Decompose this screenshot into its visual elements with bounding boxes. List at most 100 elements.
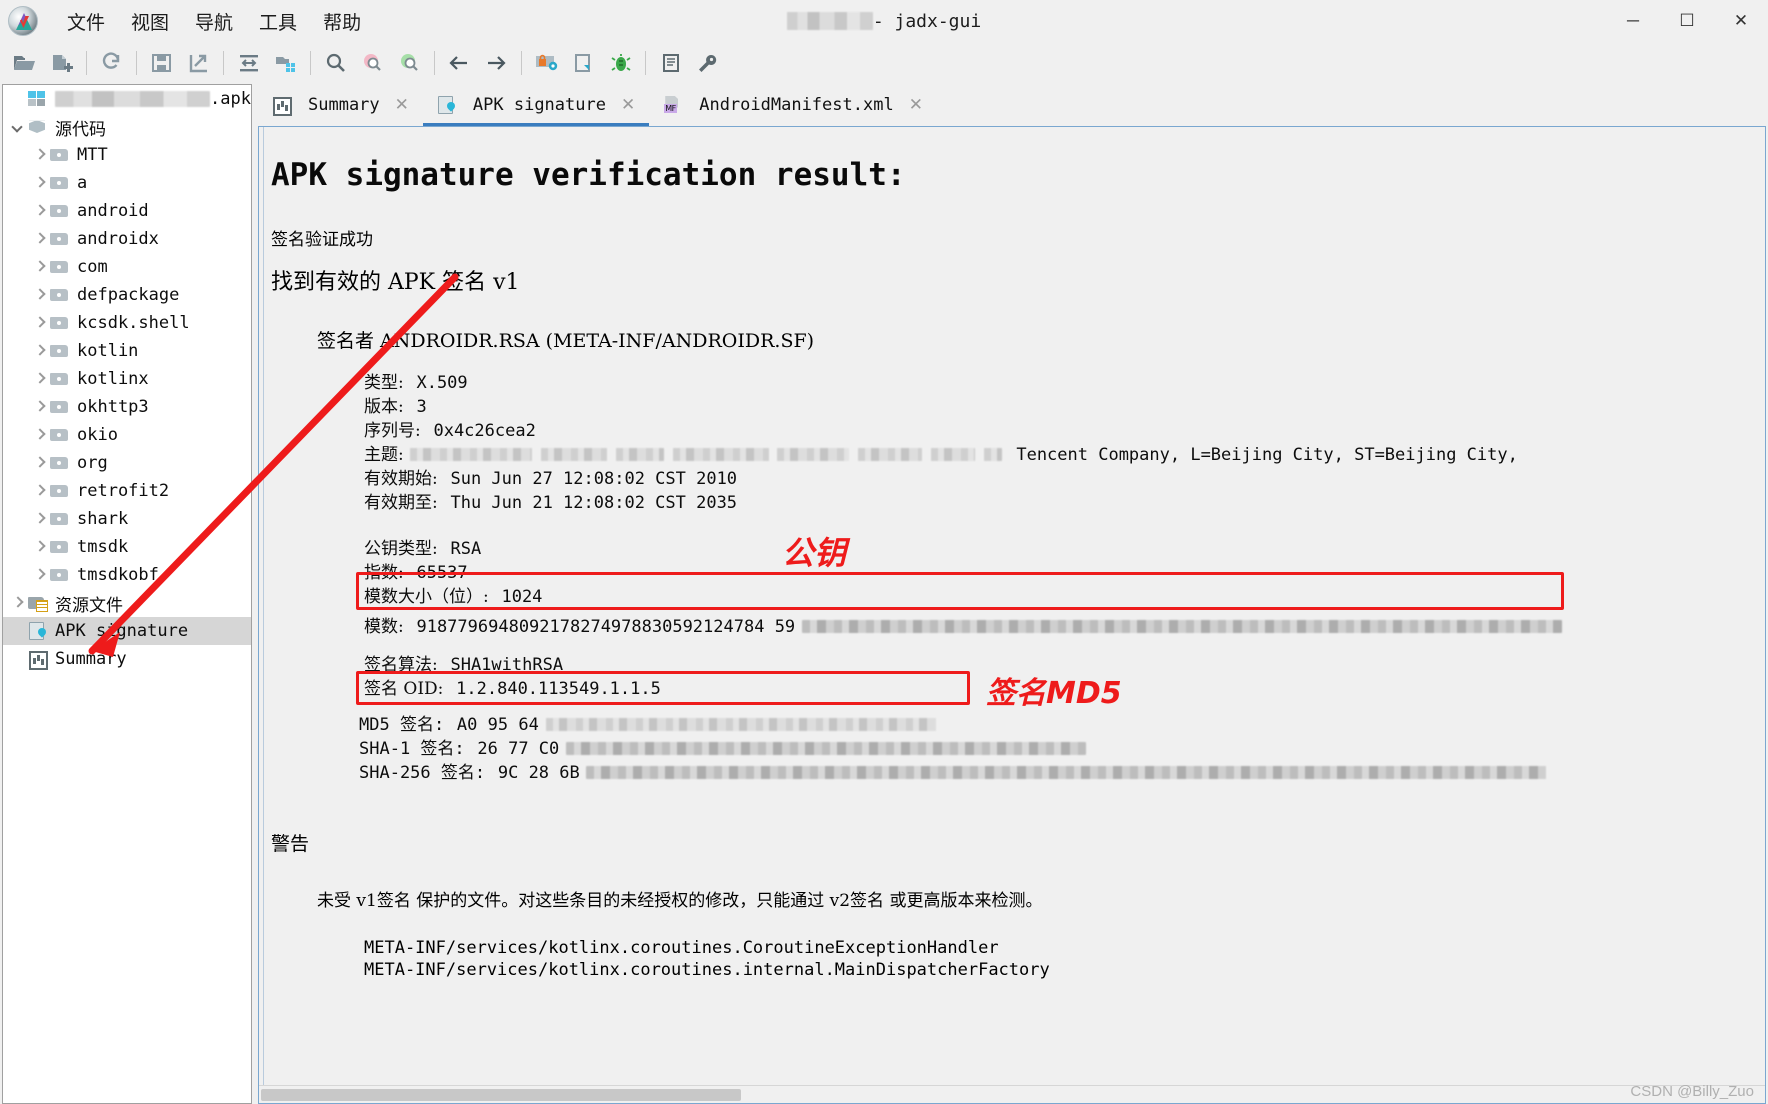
tree-item-android[interactable]: android [3, 197, 251, 225]
chevron-right-icon[interactable] [33, 512, 47, 526]
tree-item-source-code[interactable]: 源代码 [3, 113, 251, 141]
tree-item-org[interactable]: org [3, 449, 251, 477]
chevron-right-icon[interactable] [33, 456, 47, 470]
chevron-right-icon[interactable] [33, 232, 47, 246]
tree-item-kcsdk-shell-label: kcsdk.shell [77, 313, 190, 333]
folder-icon [50, 230, 69, 248]
chevron-right-icon[interactable] [33, 372, 47, 386]
chevron-right-icon[interactable] [33, 428, 47, 442]
tab-apk-signature-close-icon[interactable]: ✕ [621, 95, 635, 115]
folder-icon [50, 398, 69, 416]
warning-file-2: META-INF/services/kotlinx.coroutines.int… [364, 960, 1050, 980]
field-modulus-label: 模数: [364, 617, 404, 637]
deobfuscation-icon[interactable] [528, 46, 565, 80]
debug-icon[interactable] [602, 46, 639, 80]
warning-file-1: META-INF/services/kotlinx.coroutines.Cor… [364, 938, 999, 958]
toolbar-separator [223, 51, 224, 75]
field-version: 版本: 3 [259, 395, 1765, 419]
chevron-right-icon[interactable] [11, 596, 25, 610]
tab-apk-signature[interactable]: APK signature ✕ [422, 86, 650, 126]
forward-icon[interactable] [478, 46, 515, 80]
reload-icon[interactable] [93, 46, 130, 80]
signature-report-panel[interactable]: APK signature verification result: 签名验证成… [258, 126, 1766, 1104]
field-valid-from-label: 有效期始: [364, 469, 438, 489]
open-file-icon[interactable] [6, 46, 43, 80]
tree-item-kotlinx[interactable]: kotlinx [3, 365, 251, 393]
tree-item-apk-signature[interactable]: APK signature [3, 617, 251, 645]
save-all-icon[interactable] [143, 46, 180, 80]
tree-item-mtt[interactable]: MTT [3, 141, 251, 169]
tree-item-name-redaction [55, 91, 211, 107]
folder-icon [50, 510, 69, 528]
menu-navigation[interactable]: 导航 [182, 4, 246, 39]
search-icon[interactable] [317, 46, 354, 80]
chevron-right-icon[interactable] [33, 260, 47, 274]
chevron-right-icon[interactable] [33, 288, 47, 302]
tree-item-retrofit2[interactable]: retrofit2 [3, 477, 251, 505]
collapse-all-icon[interactable] [230, 46, 267, 80]
search-class-icon[interactable] [354, 46, 391, 80]
chevron-right-icon[interactable] [33, 316, 47, 330]
search-comment-icon[interactable] [391, 46, 428, 80]
menu-file[interactable]: 文件 [54, 4, 118, 39]
chevron-right-icon[interactable] [33, 344, 47, 358]
tree-item-androidx[interactable]: androidx [3, 225, 251, 253]
flat-packages-icon[interactable] [267, 46, 304, 80]
tab-android-manifest[interactable]: AndroidManifest.xml ✕ [649, 86, 937, 126]
tree-item-resources[interactable]: 资源文件 [3, 589, 251, 617]
preferences-icon[interactable] [689, 46, 726, 80]
field-valid-from-value: Sun Jun 27 12:08:02 CST 2010 [450, 469, 738, 489]
project-tree[interactable]: .apk 源代码 MTT a android androidx com defpackage k… [2, 84, 252, 1104]
tree-item-shark[interactable]: shark [3, 505, 251, 533]
tab-summary-close-icon[interactable]: ✕ [395, 95, 409, 115]
page-title: APK signature verification result: [271, 157, 906, 193]
back-icon[interactable] [441, 46, 478, 80]
folder-icon [50, 258, 69, 276]
tree-item-okhttp3[interactable]: okhttp3 [3, 393, 251, 421]
toolbar-separator [645, 51, 646, 75]
export-gradle-icon[interactable] [180, 46, 217, 80]
horizontal-scrollbar-thumb[interactable] [261, 1089, 741, 1101]
tree-item-tmsdk[interactable]: tmsdk [3, 533, 251, 561]
tab-summary-label: Summary [308, 94, 380, 115]
tree-item-kotlin[interactable]: kotlin [3, 337, 251, 365]
chevron-right-icon[interactable] [33, 568, 47, 582]
close-button[interactable]: ✕ [1714, 0, 1768, 42]
chevron-down-icon[interactable] [11, 120, 25, 134]
tree-item-okio[interactable]: okio [3, 421, 251, 449]
left-rule [263, 127, 264, 1085]
field-subject-label: 主题: [364, 445, 404, 465]
chevron-right-icon[interactable] [33, 176, 47, 190]
field-valid-to: 有效期至: Thu Jun 21 12:08:02 CST 2035 [259, 491, 1765, 515]
minimize-button[interactable]: ─ [1606, 0, 1660, 42]
toolbar [0, 42, 1768, 84]
maximize-button[interactable]: ☐ [1660, 0, 1714, 42]
tree-item-a[interactable]: a [3, 169, 251, 197]
chevron-right-icon[interactable] [33, 484, 47, 498]
tab-summary[interactable]: Summary ✕ [258, 86, 423, 126]
chevron-right-icon[interactable] [33, 148, 47, 162]
chevron-right-icon[interactable] [33, 540, 47, 554]
tab-android-manifest-close-icon[interactable]: ✕ [909, 95, 923, 115]
chevron-right-icon[interactable] [33, 400, 47, 414]
tree-item-apk[interactable]: .apk [3, 85, 251, 113]
menu-view[interactable]: 视图 [118, 4, 182, 39]
chevron-right-icon[interactable] [33, 204, 47, 218]
tree-item-tmsdkobf[interactable]: tmsdkobf [3, 561, 251, 589]
tree-item-com[interactable]: com [3, 253, 251, 281]
tree-item-summary[interactable]: Summary [3, 645, 251, 673]
field-version-label: 版本: [364, 397, 404, 417]
tree-item-summary-label: Summary [55, 649, 127, 669]
tree-item-source-code-label: 源代码 [55, 119, 106, 140]
horizontal-scrollbar[interactable] [259, 1085, 1765, 1103]
tree-item-kcsdk-shell[interactable]: kcsdk.shell [3, 309, 251, 337]
menu-tools[interactable]: 工具 [246, 4, 310, 39]
add-files-icon[interactable] [43, 46, 80, 80]
menu-help[interactable]: 帮助 [310, 4, 374, 39]
decompile-icon[interactable] [565, 46, 602, 80]
signature-icon [28, 622, 47, 640]
logs-icon[interactable] [652, 46, 689, 80]
tree-item-defpackage[interactable]: defpackage [3, 281, 251, 309]
